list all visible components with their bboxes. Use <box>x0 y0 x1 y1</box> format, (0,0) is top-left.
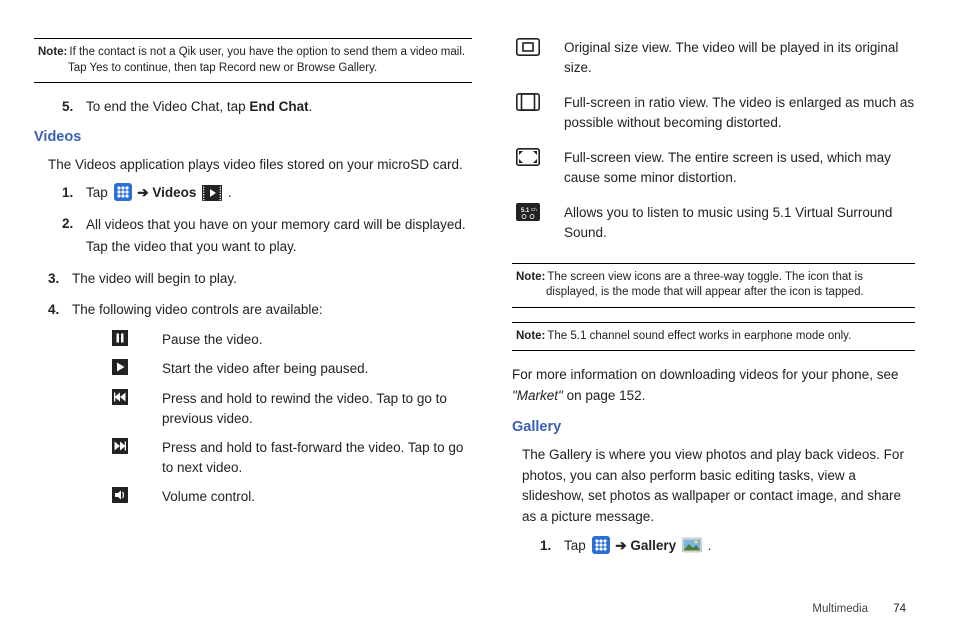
step-num: 2. <box>62 214 86 260</box>
control-forward: Press and hold to fast-forward the video… <box>112 438 472 477</box>
control-text: Start the video after being paused. <box>162 359 472 379</box>
step-num: 3. <box>48 269 72 289</box>
step-text: The video will begin to play. <box>72 269 472 289</box>
control-text: Pause the video. <box>162 330 472 350</box>
note-text: The screen view icons are a three-way to… <box>546 271 864 299</box>
step-num: 4. <box>48 300 72 320</box>
period: . <box>704 538 712 553</box>
surround-icon <box>512 203 564 221</box>
fullscreen-icon <box>512 148 564 166</box>
arrow-icon: ➔ <box>134 185 153 200</box>
gallery-intro: The Gallery is where you view photos and… <box>522 445 915 529</box>
pause-icon <box>112 330 162 346</box>
note-label: Note: <box>38 46 69 58</box>
gallery-app-icon <box>682 536 702 554</box>
note-label: Note: <box>516 271 547 283</box>
control-text: Press and hold to fast-forward the video… <box>162 438 472 477</box>
gallery-heading: Gallery <box>512 417 915 439</box>
arrow-icon: ➔ <box>612 538 631 553</box>
left-column: Note:If the contact is not a Qik user, y… <box>34 32 472 567</box>
step-5: 5. To end the Video Chat, tap End Chat. <box>62 97 472 117</box>
step-num: 1. <box>540 536 564 556</box>
view-text: Original size view. The video will be pl… <box>564 38 915 77</box>
view-text: Allows you to listen to music using 5.1 … <box>564 203 915 242</box>
note-earphone: Note:The 5.1 channel sound effect works … <box>512 322 915 352</box>
step-num: 5. <box>62 97 86 117</box>
right-column: Original size view. The video will be pl… <box>512 32 915 567</box>
apps-icon <box>592 536 610 554</box>
ratio-view-icon <box>512 93 564 111</box>
gallery-step-1: 1. Tap ➔ Gallery . <box>540 536 915 556</box>
control-rewind: Press and hold to rewind the video. Tap … <box>112 389 472 428</box>
footer-section: Multimedia <box>812 603 868 615</box>
control-volume: Volume control. <box>112 487 472 507</box>
note-qik: Note:If the contact is not a Qik user, y… <box>34 38 472 83</box>
gallery-label: Gallery <box>630 538 676 553</box>
step-text: All videos that you have on your memory … <box>86 214 472 260</box>
ref-c: on page 152. <box>563 388 646 403</box>
videos-intro: The Videos application plays video files… <box>48 155 472 175</box>
footer-page: 74 <box>893 603 906 615</box>
videos-app-icon <box>202 185 222 201</box>
apps-icon <box>114 183 132 201</box>
tap-label: Tap <box>86 185 112 200</box>
ref-a: For more information on downloading vide… <box>512 367 898 382</box>
view-original: Original size view. The video will be pl… <box>512 38 915 77</box>
market-link: "Market" <box>512 388 563 403</box>
videos-step-2: 2. All videos that you have on your memo… <box>62 214 472 260</box>
view-text: Full-screen view. The entire screen is u… <box>564 148 915 187</box>
tap-label: Tap <box>564 538 590 553</box>
note-text: The 5.1 channel sound effect works in ea… <box>547 330 851 342</box>
volume-icon <box>112 487 162 503</box>
surround-sound: Allows you to listen to music using 5.1 … <box>512 203 915 242</box>
step5-text-c: . <box>309 99 313 114</box>
step5-text-a: To end the Video Chat, tap <box>86 99 249 114</box>
videos-step-1: 1. Tap ➔ Videos . <box>62 183 472 203</box>
note-toggle: Note:The screen view icons are a three-w… <box>512 263 915 308</box>
step-num: 1. <box>62 183 86 203</box>
control-play: Start the video after being paused. <box>112 359 472 379</box>
end-chat-label: End Chat <box>249 99 308 114</box>
note-label: Note: <box>516 330 547 342</box>
forward-icon <box>112 438 162 454</box>
page-footer: Multimedia 74 <box>812 601 906 618</box>
period: . <box>224 185 232 200</box>
control-text: Volume control. <box>162 487 472 507</box>
control-text: Press and hold to rewind the video. Tap … <box>162 389 472 428</box>
control-pause: Pause the video. <box>112 330 472 350</box>
videos-step-4: 4. The following video controls are avai… <box>48 300 472 320</box>
view-fullscreen: Full-screen view. The entire screen is u… <box>512 148 915 187</box>
note-text: If the contact is not a Qik user, you ha… <box>68 46 465 74</box>
view-ratio: Full-screen in ratio view. The video is … <box>512 93 915 132</box>
play-icon <box>112 359 162 375</box>
videos-step-3: 3. The video will begin to play. <box>48 269 472 289</box>
view-text: Full-screen in ratio view. The video is … <box>564 93 915 132</box>
rewind-icon <box>112 389 162 405</box>
market-ref: For more information on downloading vide… <box>512 365 915 407</box>
videos-heading: Videos <box>34 127 472 149</box>
original-size-icon <box>512 38 564 56</box>
videos-label: Videos <box>152 185 196 200</box>
step-text: The following video controls are availab… <box>72 300 472 320</box>
